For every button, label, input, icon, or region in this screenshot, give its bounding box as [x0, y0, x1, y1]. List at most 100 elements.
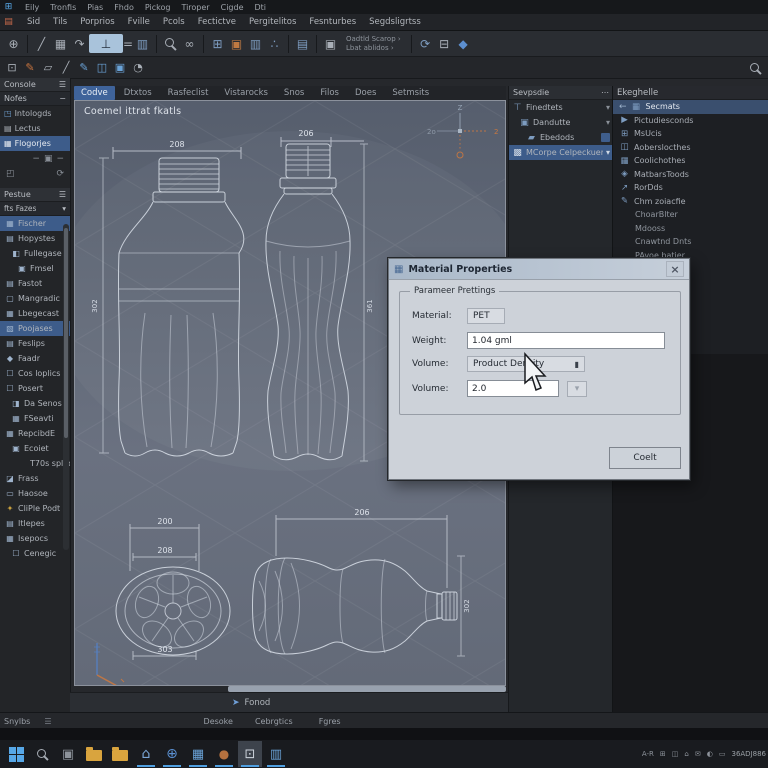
checkbox-icon[interactable]: ☐ [5, 369, 15, 378]
folder-small-icon[interactable]: ▱ [39, 59, 57, 77]
tree-item[interactable]: ◧Fullegase [0, 246, 70, 261]
sync-icon[interactable]: ⟳ [416, 34, 435, 53]
status-tab-types[interactable]: Fgres [319, 717, 341, 726]
columns-icon[interactable]: ▥ [246, 34, 265, 53]
library-panel-header[interactable]: Ekeghelle [613, 86, 768, 100]
tray-display-icon[interactable]: ▭ [719, 750, 726, 758]
line-tool-icon[interactable]: ╱ [32, 34, 51, 53]
taskbar-app-orange[interactable]: ● [212, 741, 236, 767]
checkbox-icon[interactable]: ☐ [11, 549, 21, 558]
volume-dropdown-button[interactable]: ▾ [567, 381, 587, 397]
tree-item[interactable]: ▤Hopystes [0, 231, 70, 246]
tree-item[interactable]: ▦Lbegecast [0, 306, 70, 321]
tree-item[interactable]: ◨Da Senos [0, 396, 70, 411]
library-item[interactable]: ↗RorDds [613, 181, 768, 195]
menu2-item-5[interactable]: Fectictve [198, 17, 236, 27]
menu-edit[interactable]: Tronfis [50, 3, 76, 12]
tree-item[interactable]: ▤Fastot [0, 276, 70, 291]
line-icon[interactable]: ╱ [57, 59, 75, 77]
tray-mail-icon[interactable]: ✉ [695, 750, 701, 758]
console-panel-header[interactable]: Console ☰ [0, 78, 70, 92]
tree-scrollbar[interactable] [63, 224, 69, 550]
tree-item[interactable]: ✦CliPle Podt [0, 501, 70, 516]
collapse-icon[interactable]: − [59, 94, 66, 103]
box-icon[interactable]: ▣ [44, 154, 53, 164]
outline-item[interactable]: ▣ Dandutte ▾ [509, 115, 613, 130]
search-tool-icon[interactable] [161, 34, 180, 53]
material-value-box[interactable]: PET [467, 308, 505, 324]
dialog-title-bar[interactable]: ▦ Material Properties × [389, 259, 689, 280]
tree-item[interactable]: ◪Frass [0, 471, 70, 486]
task-view-button[interactable]: ▣ [56, 741, 80, 767]
frame-orange-icon[interactable]: ▣ [227, 34, 246, 53]
chevron-down-icon[interactable]: ▾ [606, 148, 610, 157]
tree-item[interactable]: ☐Cos loplics [0, 366, 70, 381]
menu-icon[interactable]: ☰ [59, 80, 66, 89]
tree-item[interactable]: ▦RepcibdE [0, 426, 70, 441]
status-tab-debug[interactable]: Cebrgtics [255, 717, 293, 726]
pan-tool-icon[interactable]: ⊕ [4, 34, 23, 53]
menu2-item-1[interactable]: Tils [53, 17, 67, 27]
tray-language-indicator[interactable]: A-R [642, 750, 654, 758]
minus-icon[interactable]: − [32, 154, 40, 164]
outline-panel-header[interactable]: Sevpsdie ⋯ [509, 86, 613, 100]
tree-item-selected[interactable]: ▧Poojases [0, 321, 70, 336]
chevron-down-icon[interactable]: ▾ [62, 204, 66, 213]
link-tool-icon[interactable]: ∞ [180, 34, 199, 53]
menu-icon[interactable]: ☰ [44, 717, 51, 726]
snap-grid-icon[interactable]: ▦ [51, 34, 70, 53]
menu-view[interactable]: Pias [87, 3, 103, 12]
checkbox-icon[interactable]: ☐ [5, 384, 15, 393]
menu-file[interactable]: Eily [25, 3, 39, 12]
library-item[interactable]: ⊞MsUcis [613, 127, 768, 141]
menu2-item-3[interactable]: Fville [128, 17, 150, 27]
tab-7[interactable]: Setmsits [385, 86, 436, 100]
menu2-item-2[interactable]: Porprios [80, 17, 114, 27]
tree-scrollbar-thumb[interactable] [64, 228, 68, 438]
taskbar-folder-2[interactable] [108, 741, 132, 767]
taskbar-folder-1[interactable] [82, 741, 106, 767]
back-arrow-icon[interactable]: ← [619, 102, 627, 112]
tree-item[interactable]: ▣Fmsel [0, 261, 70, 276]
chevron-down-icon[interactable]: ▾ [606, 118, 610, 127]
tree-item[interactable]: ▤Itlepes [0, 516, 70, 531]
ok-button[interactable]: Coelt [609, 447, 681, 469]
minus-icon[interactable]: − [56, 154, 64, 164]
press-pull-tool-icon[interactable]: ⊥ [89, 34, 123, 53]
menu-help[interactable]: Dti [255, 3, 267, 12]
copy-lock-icon[interactable]: ⊟ [435, 34, 454, 53]
taskbar-search-button[interactable] [30, 741, 54, 767]
outline-item[interactable]: ⊤ Finedtets ▾ [509, 100, 613, 115]
menu-insert[interactable]: Fhdo [114, 3, 134, 12]
tab-2[interactable]: Rasfeclist [161, 86, 216, 100]
dialog-close-button[interactable]: × [666, 261, 684, 277]
half-box-icon[interactable]: ◰ [6, 169, 15, 179]
taskbar-app-home[interactable]: ⌂ [134, 741, 158, 767]
start-button[interactable] [4, 741, 28, 767]
library-item[interactable]: ▶Pictudiesconds [613, 114, 768, 128]
points-icon[interactable]: ∴ [265, 34, 284, 53]
tree-header[interactable]: fts Fazes ▾ [0, 202, 70, 216]
menu2-item-0[interactable]: Sid [27, 17, 40, 27]
tree-item[interactable]: T70s sploor [0, 456, 70, 471]
copy-icon[interactable]: ⊞ [208, 34, 227, 53]
image-icon[interactable]: ▣ [111, 59, 129, 77]
frame-select-icon[interactable]: ⊡ [3, 59, 21, 77]
cube-icon[interactable]: ◫ [93, 59, 111, 77]
library-item[interactable]: ▦Coolichothes [613, 154, 768, 168]
dots-menu-icon[interactable]: ⋯ [601, 88, 609, 97]
library-item-selected[interactable]: ← ▦ Secmats [613, 100, 768, 114]
tree-item[interactable]: ▢Mangradic [0, 291, 70, 306]
pencil-orange-icon[interactable]: ✎ [21, 59, 39, 77]
layers-icon[interactable]: ▤ [293, 34, 312, 53]
notes-panel-header[interactable]: Nofes − [0, 92, 70, 106]
taskbar-clock[interactable]: 36ADJ886 [731, 750, 766, 758]
tray-panel-icon[interactable]: ◫ [672, 750, 679, 758]
tab-codve[interactable]: Codve [74, 86, 115, 100]
taskbar-app-panel[interactable]: ▥ [264, 741, 288, 767]
tree-item[interactable]: ▦FSeavti [0, 411, 70, 426]
tree-item[interactable]: ▣Ecoiet [0, 441, 70, 456]
tab-3[interactable]: Vistarocks [217, 86, 275, 100]
tree-item[interactable]: ▦Isepocs [0, 531, 70, 546]
tree-item[interactable]: ▤Feslips [0, 336, 70, 351]
